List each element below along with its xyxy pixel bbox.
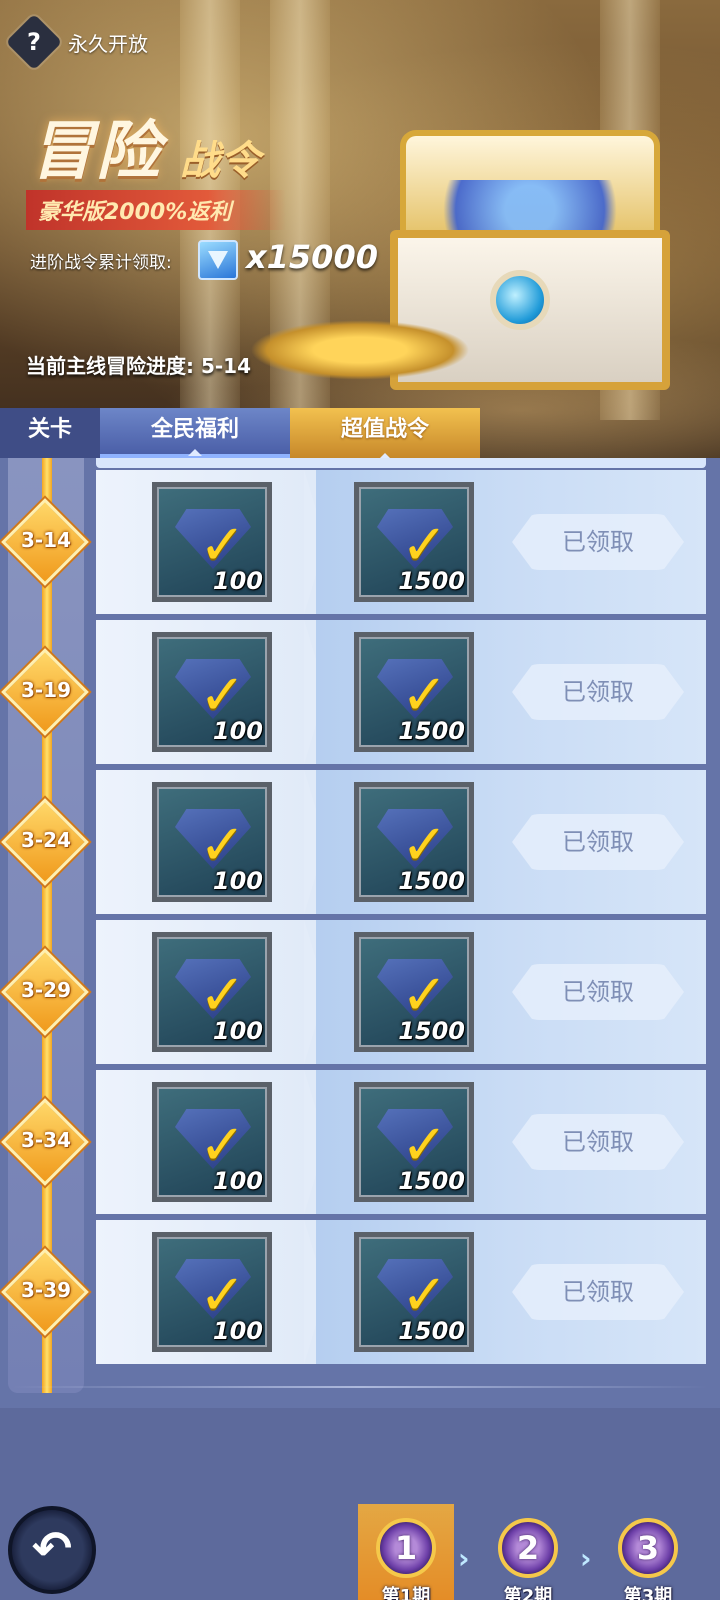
- stage-label: 3-39: [20, 1278, 72, 1302]
- free-reward-item[interactable]: ✓ 100: [152, 1232, 272, 1352]
- chest-lock-gem: [490, 270, 550, 330]
- reward-row: ✓ 100 ✓ 1500 已领取: [96, 920, 706, 1064]
- page-subtitle: 战令: [180, 138, 260, 184]
- diamond-icon: [198, 240, 238, 280]
- reward-row: ✓ 100 ✓ 1500 已领取: [96, 1220, 706, 1364]
- paid-reward-item[interactable]: ✓ 1500: [354, 782, 474, 902]
- chevron-right-icon: ›: [458, 1542, 470, 1575]
- free-reward-item[interactable]: ✓ 100: [152, 782, 272, 902]
- help-icon: ?: [27, 28, 41, 56]
- paid-reward-item[interactable]: ✓ 1500: [354, 1232, 474, 1352]
- chevron-right-icon: ›: [580, 1542, 592, 1575]
- gold-coins: [250, 320, 470, 380]
- period-emblem: 3: [618, 1518, 678, 1578]
- reward-quantity: 1500: [398, 567, 465, 595]
- period-label: 第1期: [381, 1586, 431, 1600]
- paid-reward-item[interactable]: ✓ 1500: [354, 632, 474, 752]
- progress-label: 当前主线冒险进度: 5-14: [26, 354, 252, 378]
- claimed-button[interactable]: 已领取: [512, 964, 684, 1020]
- free-reward-item[interactable]: ✓ 100: [152, 632, 272, 752]
- promo-badge: 豪华版2000%返利: [26, 190, 286, 230]
- bottom-bar: ↶ 1 第1期 › 2 第2期 › 3 第3期: [0, 1408, 720, 1600]
- reward-row: ✓ 100 ✓ 1500 已领取: [96, 1070, 706, 1214]
- claimed-button[interactable]: 已领取: [512, 814, 684, 870]
- period-tab-1[interactable]: 1 第1期: [358, 1504, 454, 1600]
- stage-label: 3-34: [20, 1128, 72, 1152]
- stage-label: 3-19: [20, 678, 72, 702]
- reward-quantity: 1500: [398, 1317, 465, 1345]
- accumulated-label: 进阶战令累计领取:: [30, 253, 172, 273]
- period-label: 第2期: [503, 1586, 553, 1600]
- header-banner: ? 永久开放 冒险 战令 豪华版2000%返利 进阶战令累计领取: x15000…: [0, 0, 720, 460]
- free-reward-item[interactable]: ✓ 100: [152, 932, 272, 1052]
- stage-label: 3-24: [20, 828, 72, 852]
- reward-quantity: 100: [212, 567, 263, 595]
- reward-quantity: 100: [212, 717, 263, 745]
- tab-level-header: 关卡: [0, 408, 100, 458]
- period-tab-3[interactable]: 3 第3期: [600, 1504, 696, 1600]
- period-emblem: 1: [376, 1518, 436, 1578]
- reward-quantity: 1500: [398, 1167, 465, 1195]
- help-button[interactable]: ?: [5, 13, 63, 71]
- free-reward-item[interactable]: ✓ 100: [152, 1082, 272, 1202]
- reward-row: ✓ 100 ✓ 1500 已领取: [96, 470, 706, 614]
- period-emblem: 2: [498, 1518, 558, 1578]
- reward-quantity: 100: [212, 1167, 263, 1195]
- tab-premium-pass[interactable]: 超值战令: [290, 408, 480, 460]
- page-title: 冒险: [30, 115, 162, 189]
- reward-row: ✓ 100 ✓ 1500 已领取: [96, 770, 706, 914]
- reward-row: ✓ 100 ✓ 1500 已领取: [96, 620, 706, 764]
- free-reward-item[interactable]: ✓ 100: [152, 482, 272, 602]
- reward-quantity: 100: [212, 867, 263, 895]
- reward-quantity: 100: [212, 1017, 263, 1045]
- stage-label: 3-29: [20, 978, 72, 1002]
- tab-bar: 关卡 全民福利 超值战令: [0, 408, 720, 460]
- reward-quantity: 1500: [398, 717, 465, 745]
- previous-row-edge: [96, 458, 706, 468]
- reward-quantity: 1500: [398, 1017, 465, 1045]
- reward-quantity: 1500: [398, 867, 465, 895]
- period-label: 第3期: [623, 1586, 673, 1600]
- claimed-button[interactable]: 已领取: [512, 664, 684, 720]
- reward-quantity: 100: [212, 1317, 263, 1345]
- claimed-button[interactable]: 已领取: [512, 1114, 684, 1170]
- claimed-button[interactable]: 已领取: [512, 514, 684, 570]
- back-arrow-icon: ↶: [31, 1521, 73, 1577]
- stage-label: 3-14: [20, 528, 72, 552]
- period-tab-2[interactable]: 2 第2期: [480, 1504, 576, 1600]
- paid-reward-item[interactable]: ✓ 1500: [354, 1082, 474, 1202]
- paid-reward-item[interactable]: ✓ 1500: [354, 482, 474, 602]
- paid-reward-item[interactable]: ✓ 1500: [354, 932, 474, 1052]
- reward-list[interactable]: ✓ 100 ✓ 1500 已领取 3-14 ✓ 100 ✓ 1500 已领取 3…: [0, 458, 720, 1408]
- permanent-open-label: 永久开放: [68, 32, 148, 56]
- back-button[interactable]: ↶: [8, 1506, 96, 1594]
- claimed-button[interactable]: 已领取: [512, 1264, 684, 1320]
- tab-free-welfare[interactable]: 全民福利: [100, 408, 290, 458]
- list-divider: [12, 1386, 708, 1388]
